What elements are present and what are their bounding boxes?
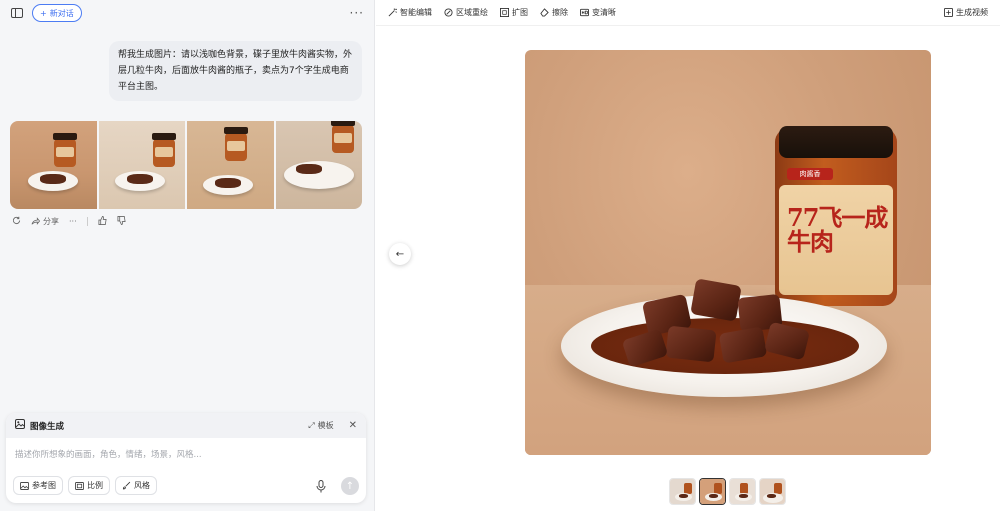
share-button[interactable]: 分享 (31, 216, 59, 227)
thumbs-up-icon[interactable] (98, 216, 107, 227)
jar-title: 77飞一成牛肉 (787, 203, 888, 256)
generated-image-2[interactable] (98, 121, 185, 209)
expand-image-label: 扩图 (512, 8, 528, 17)
thumbnail-1[interactable] (669, 478, 696, 505)
plus-icon: + (40, 8, 47, 18)
reference-image-button[interactable]: 参考图 (13, 476, 63, 495)
share-icon (31, 217, 40, 225)
thumbnail-2[interactable] (699, 478, 726, 505)
smart-edit-button[interactable]: 智能编辑 (388, 7, 432, 18)
more-options-icon[interactable]: ··· (350, 6, 364, 20)
reference-image-label: 参考图 (32, 481, 56, 490)
style-button[interactable]: 风格 (115, 476, 157, 495)
image-toolbar: 智能编辑 区域重绘 扩图 擦除 变清晰 生成视频 (376, 0, 1000, 26)
style-label: 风格 (134, 481, 150, 490)
eraser-icon (540, 8, 549, 17)
thumbs-down-icon[interactable] (117, 216, 126, 227)
message-actions: 分享 ··· (12, 216, 126, 227)
aspect-ratio-label: 比例 (87, 481, 103, 490)
ratio-icon (75, 481, 84, 490)
region-redraw-label: 区域重绘 (456, 8, 488, 17)
erase-label: 擦除 (552, 8, 568, 17)
region-redraw-button[interactable]: 区域重绘 (444, 7, 488, 18)
send-button[interactable]: ↑ (341, 477, 359, 495)
generated-image-1[interactable] (10, 121, 97, 209)
thumbnail-4[interactable] (759, 478, 786, 505)
arrow-left-icon: ← (395, 248, 405, 260)
template-label: 模板 (317, 421, 334, 430)
video-icon (944, 8, 953, 17)
new-chat-label: 新对话 (49, 8, 74, 18)
jar-brand: 肉酱香 (787, 168, 833, 180)
jar-lid (779, 126, 893, 158)
previous-image-button[interactable]: ← (389, 243, 411, 265)
chat-panel: + 新对话 ··· 帮我生成图片：请以浅咖色背景，碟子里放牛肉酱实物，外层几粒牛… (0, 0, 375, 511)
thumbnail-strip (669, 478, 786, 505)
chat-topbar: + 新对话 ··· (0, 0, 374, 26)
microphone-icon[interactable] (316, 480, 328, 494)
new-chat-button[interactable]: + 新对话 (32, 4, 82, 22)
generated-image-4[interactable] (275, 121, 362, 209)
user-message: 帮我生成图片：请以浅咖色背景，碟子里放牛肉酱实物，外层几粒牛肉，后面放牛肉酱的瓶… (109, 41, 362, 101)
generate-video-button[interactable]: 生成视频 (944, 7, 988, 18)
image-icon (20, 481, 29, 490)
brush-icon (444, 8, 453, 17)
composer-title: 图像生成 (30, 421, 65, 432)
share-label: 分享 (43, 217, 59, 226)
image-preview-panel: 智能编辑 区域重绘 扩图 擦除 变清晰 生成视频 ← 肉酱香 77飞一成牛肉 (376, 0, 1000, 511)
more-actions-icon[interactable]: ··· (69, 217, 77, 226)
erase-button[interactable]: 擦除 (540, 7, 568, 18)
arrow-up-icon: ↑ (345, 480, 355, 492)
magic-wand-icon (388, 8, 397, 17)
image-generation-icon (15, 419, 25, 432)
thumbnail-3[interactable] (729, 478, 756, 505)
close-icon[interactable]: ✕ (349, 420, 357, 431)
hd-icon (580, 8, 589, 17)
aspect-ratio-button[interactable]: 比例 (68, 476, 110, 495)
expand-frame-icon (500, 8, 509, 17)
sidebar-toggle-icon[interactable] (10, 6, 24, 20)
generated-image-3[interactable] (187, 121, 274, 209)
image-generation-composer: 图像生成 ⤢ 模板 ✕ 描述你所想象的画面，角色，情绪，场景，风格... 参考图… (6, 413, 366, 503)
divider (86, 217, 88, 226)
beef-piece (665, 325, 717, 363)
main-preview-image: 肉酱香 77飞一成牛肉 (525, 50, 931, 455)
template-button[interactable]: ⤢ 模板 (308, 420, 333, 431)
composer-options: 参考图 比例 风格 (13, 476, 157, 495)
expand-icon: ⤢ (308, 420, 315, 430)
generated-images-grid (10, 121, 362, 209)
beef-piece (690, 278, 742, 322)
enhance-clarity-button[interactable]: 变清晰 (580, 7, 616, 18)
prompt-input[interactable]: 描述你所想象的画面，角色，情绪，场景，风格... (15, 448, 202, 460)
brush-icon (122, 481, 131, 490)
expand-image-button[interactable]: 扩图 (500, 7, 528, 18)
regenerate-icon[interactable] (12, 216, 21, 227)
composer-header: 图像生成 ⤢ 模板 ✕ (6, 413, 366, 438)
enhance-clarity-label: 变清晰 (592, 8, 616, 17)
generate-video-label: 生成视频 (956, 8, 988, 17)
smart-edit-label: 智能编辑 (400, 8, 432, 17)
